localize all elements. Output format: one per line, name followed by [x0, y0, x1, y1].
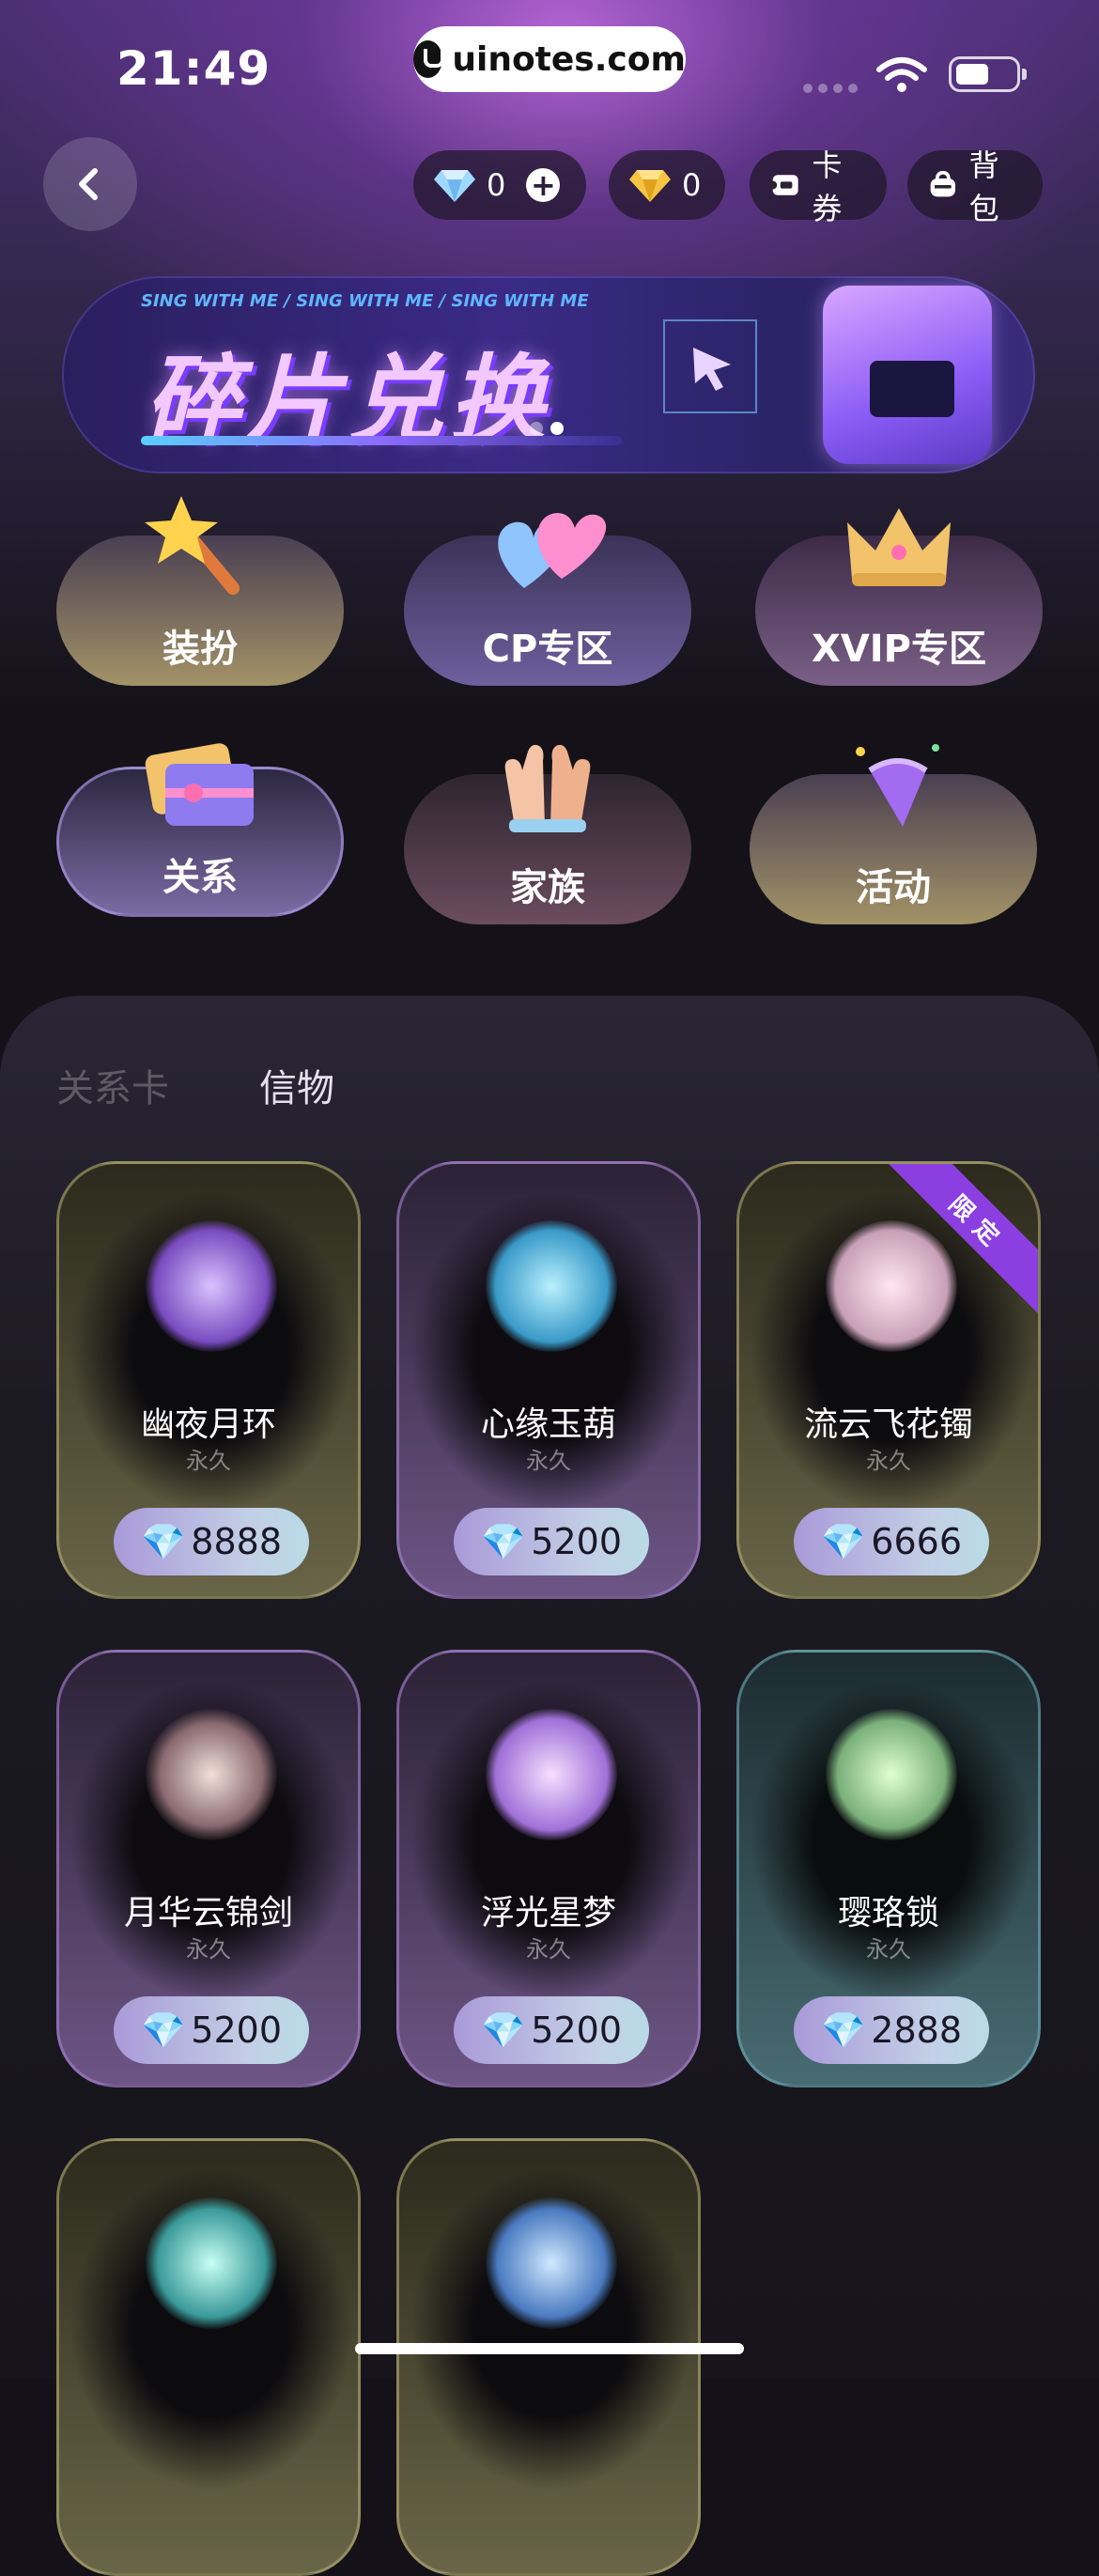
back-button[interactable] [43, 137, 137, 231]
cursor-grid-decoration [663, 319, 757, 413]
item-card[interactable]: 幽夜月环 永久 💎 8888 [56, 1161, 361, 1599]
category-relationship[interactable]: 关系 [56, 743, 344, 917]
item-price-button[interactable]: 💎 5200 [114, 1996, 309, 2064]
item-art-jade-lock [826, 1709, 957, 1840]
status-time: 21:49 [116, 41, 271, 96]
item-card[interactable]: 心缘玉葫 永久 💎 5200 [396, 1161, 701, 1599]
item-name: 幽夜月环 [140, 1405, 276, 1444]
item-card[interactable] [56, 2138, 361, 2576]
hearts-icon [498, 513, 607, 588]
chevron-left-icon [79, 168, 98, 200]
diamond-icon: 💎 [140, 1520, 186, 1562]
diamond-count: 0 [487, 167, 506, 203]
category-label: 关系 [163, 856, 238, 899]
item-duration: 永久 [526, 1448, 571, 1474]
item-art-jade-gourd [486, 1220, 617, 1352]
coupon-icon [770, 175, 798, 195]
diamond-icon [434, 170, 475, 202]
category-label: XVIP专区 [812, 628, 986, 671]
machine-screen [870, 361, 954, 417]
category-cp-zone[interactable]: CP专区 [404, 513, 691, 686]
category-family[interactable]: 家族 [404, 744, 691, 924]
item-card[interactable]: 浮光星梦 永久 💎 5200 [396, 1650, 701, 2087]
item-name: 月华云锦剑 [123, 1894, 293, 1932]
diamond-icon: 💎 [820, 2009, 866, 2051]
item-price: 6666 [871, 1521, 963, 1562]
battery-icon [949, 56, 1027, 92]
item-price-button[interactable]: 💎 8888 [114, 1508, 309, 1575]
add-diamond-icon[interactable]: + [526, 168, 561, 202]
category-events[interactable]: 活动 [750, 744, 1037, 924]
tab-relationship-card[interactable]: 关系卡 [56, 1058, 169, 1112]
item-duration: 永久 [526, 1936, 571, 1963]
tab-tokens[interactable]: 信物 [259, 1058, 334, 1112]
diamond-icon: 💎 [480, 2009, 526, 2051]
coupon-label: 卡券 [812, 147, 843, 226]
bag-label: 背包 [968, 147, 999, 226]
category-dress-up[interactable]: 装扮 [56, 496, 344, 686]
item-art-flower-bracelet [826, 1220, 957, 1352]
item-price-button[interactable]: 💎 5200 [454, 1508, 649, 1575]
magic-wand-icon [145, 496, 240, 595]
item-price-button[interactable]: 💎 2888 [794, 1996, 989, 2064]
bag-button[interactable]: 背包 [907, 147, 1043, 226]
item-price: 5200 [531, 2010, 623, 2051]
item-price: 5200 [531, 1521, 623, 1562]
clapping-hands-icon [504, 744, 591, 832]
diamond-icon: 💎 [820, 1520, 866, 1562]
item-card[interactable]: 璎珞锁 永久 💎 2888 [736, 1650, 1041, 2087]
item-art-moon-ring [146, 1220, 277, 1352]
item-price: 2888 [871, 2010, 963, 2051]
banner-dot [530, 422, 543, 435]
gold-gem-balance[interactable]: 0 [609, 150, 725, 220]
item-card[interactable]: 限定 流云飞花镯 永久 💎 6666 [736, 1161, 1041, 1599]
item-name: 浮光星梦 [480, 1894, 616, 1932]
diamond-icon: 💎 [140, 2009, 186, 2051]
category-label: CP专区 [482, 628, 613, 671]
diamond-icon: 💎 [480, 1520, 526, 1562]
banner-dot-active [550, 422, 564, 435]
item-name: 璎珞锁 [837, 1894, 939, 1932]
crown-icon [847, 508, 951, 586]
gold-gem-count: 0 [682, 167, 702, 203]
item-duration: 永久 [186, 1936, 231, 1963]
item-duration: 永久 [866, 1448, 911, 1474]
item-art-fan [146, 2197, 277, 2329]
item-name: 心缘玉葫 [480, 1405, 616, 1444]
category-label: 家族 [510, 866, 585, 909]
wifi-icon [876, 57, 927, 92]
item-price-button[interactable]: 💎 6666 [794, 1508, 989, 1575]
category-label: 活动 [856, 866, 931, 909]
url-text: uinotes.com [452, 39, 686, 79]
fragment-exchange-banner[interactable]: SING WITH ME / SING WITH ME / SING WITH … [62, 276, 1035, 473]
gold-gem-icon [629, 170, 671, 202]
cursor-arrow-icon [693, 348, 731, 391]
bag-icon [930, 171, 956, 197]
item-art-star-pendant [486, 1709, 617, 1840]
url-pill: uinotes.com [413, 26, 686, 92]
item-duration: 永久 [186, 1448, 231, 1474]
category-xvip-zone[interactable]: XVIP专区 [755, 508, 1043, 686]
cellular-signal-icon [803, 79, 863, 97]
item-duration: 永久 [866, 1936, 911, 1963]
coupon-button[interactable]: 卡券 [750, 147, 887, 226]
item-price: 5200 [191, 2010, 283, 2051]
category-label: 装扮 [163, 628, 238, 671]
banner-page-dots [530, 421, 571, 439]
item-name: 流云飞花镯 [803, 1405, 973, 1444]
uinotes-logo-icon [413, 40, 445, 78]
item-price: 8888 [191, 1521, 283, 1562]
gift-card-icon [145, 743, 254, 826]
party-popper-icon [856, 744, 939, 827]
item-card[interactable] [396, 2138, 701, 2576]
item-art-lute [486, 2197, 617, 2329]
exchange-machine-illustration [823, 286, 992, 464]
diamond-balance[interactable]: 0 + [413, 150, 586, 220]
banner-tagline: SING WITH ME / SING WITH ME / SING WITH … [141, 291, 589, 311]
item-price-button[interactable]: 💎 5200 [454, 1996, 649, 2064]
item-art-sword [146, 1709, 277, 1840]
item-card[interactable]: 月华云锦剑 永久 💎 5200 [56, 1650, 361, 2087]
home-indicator[interactable] [355, 2343, 744, 2354]
